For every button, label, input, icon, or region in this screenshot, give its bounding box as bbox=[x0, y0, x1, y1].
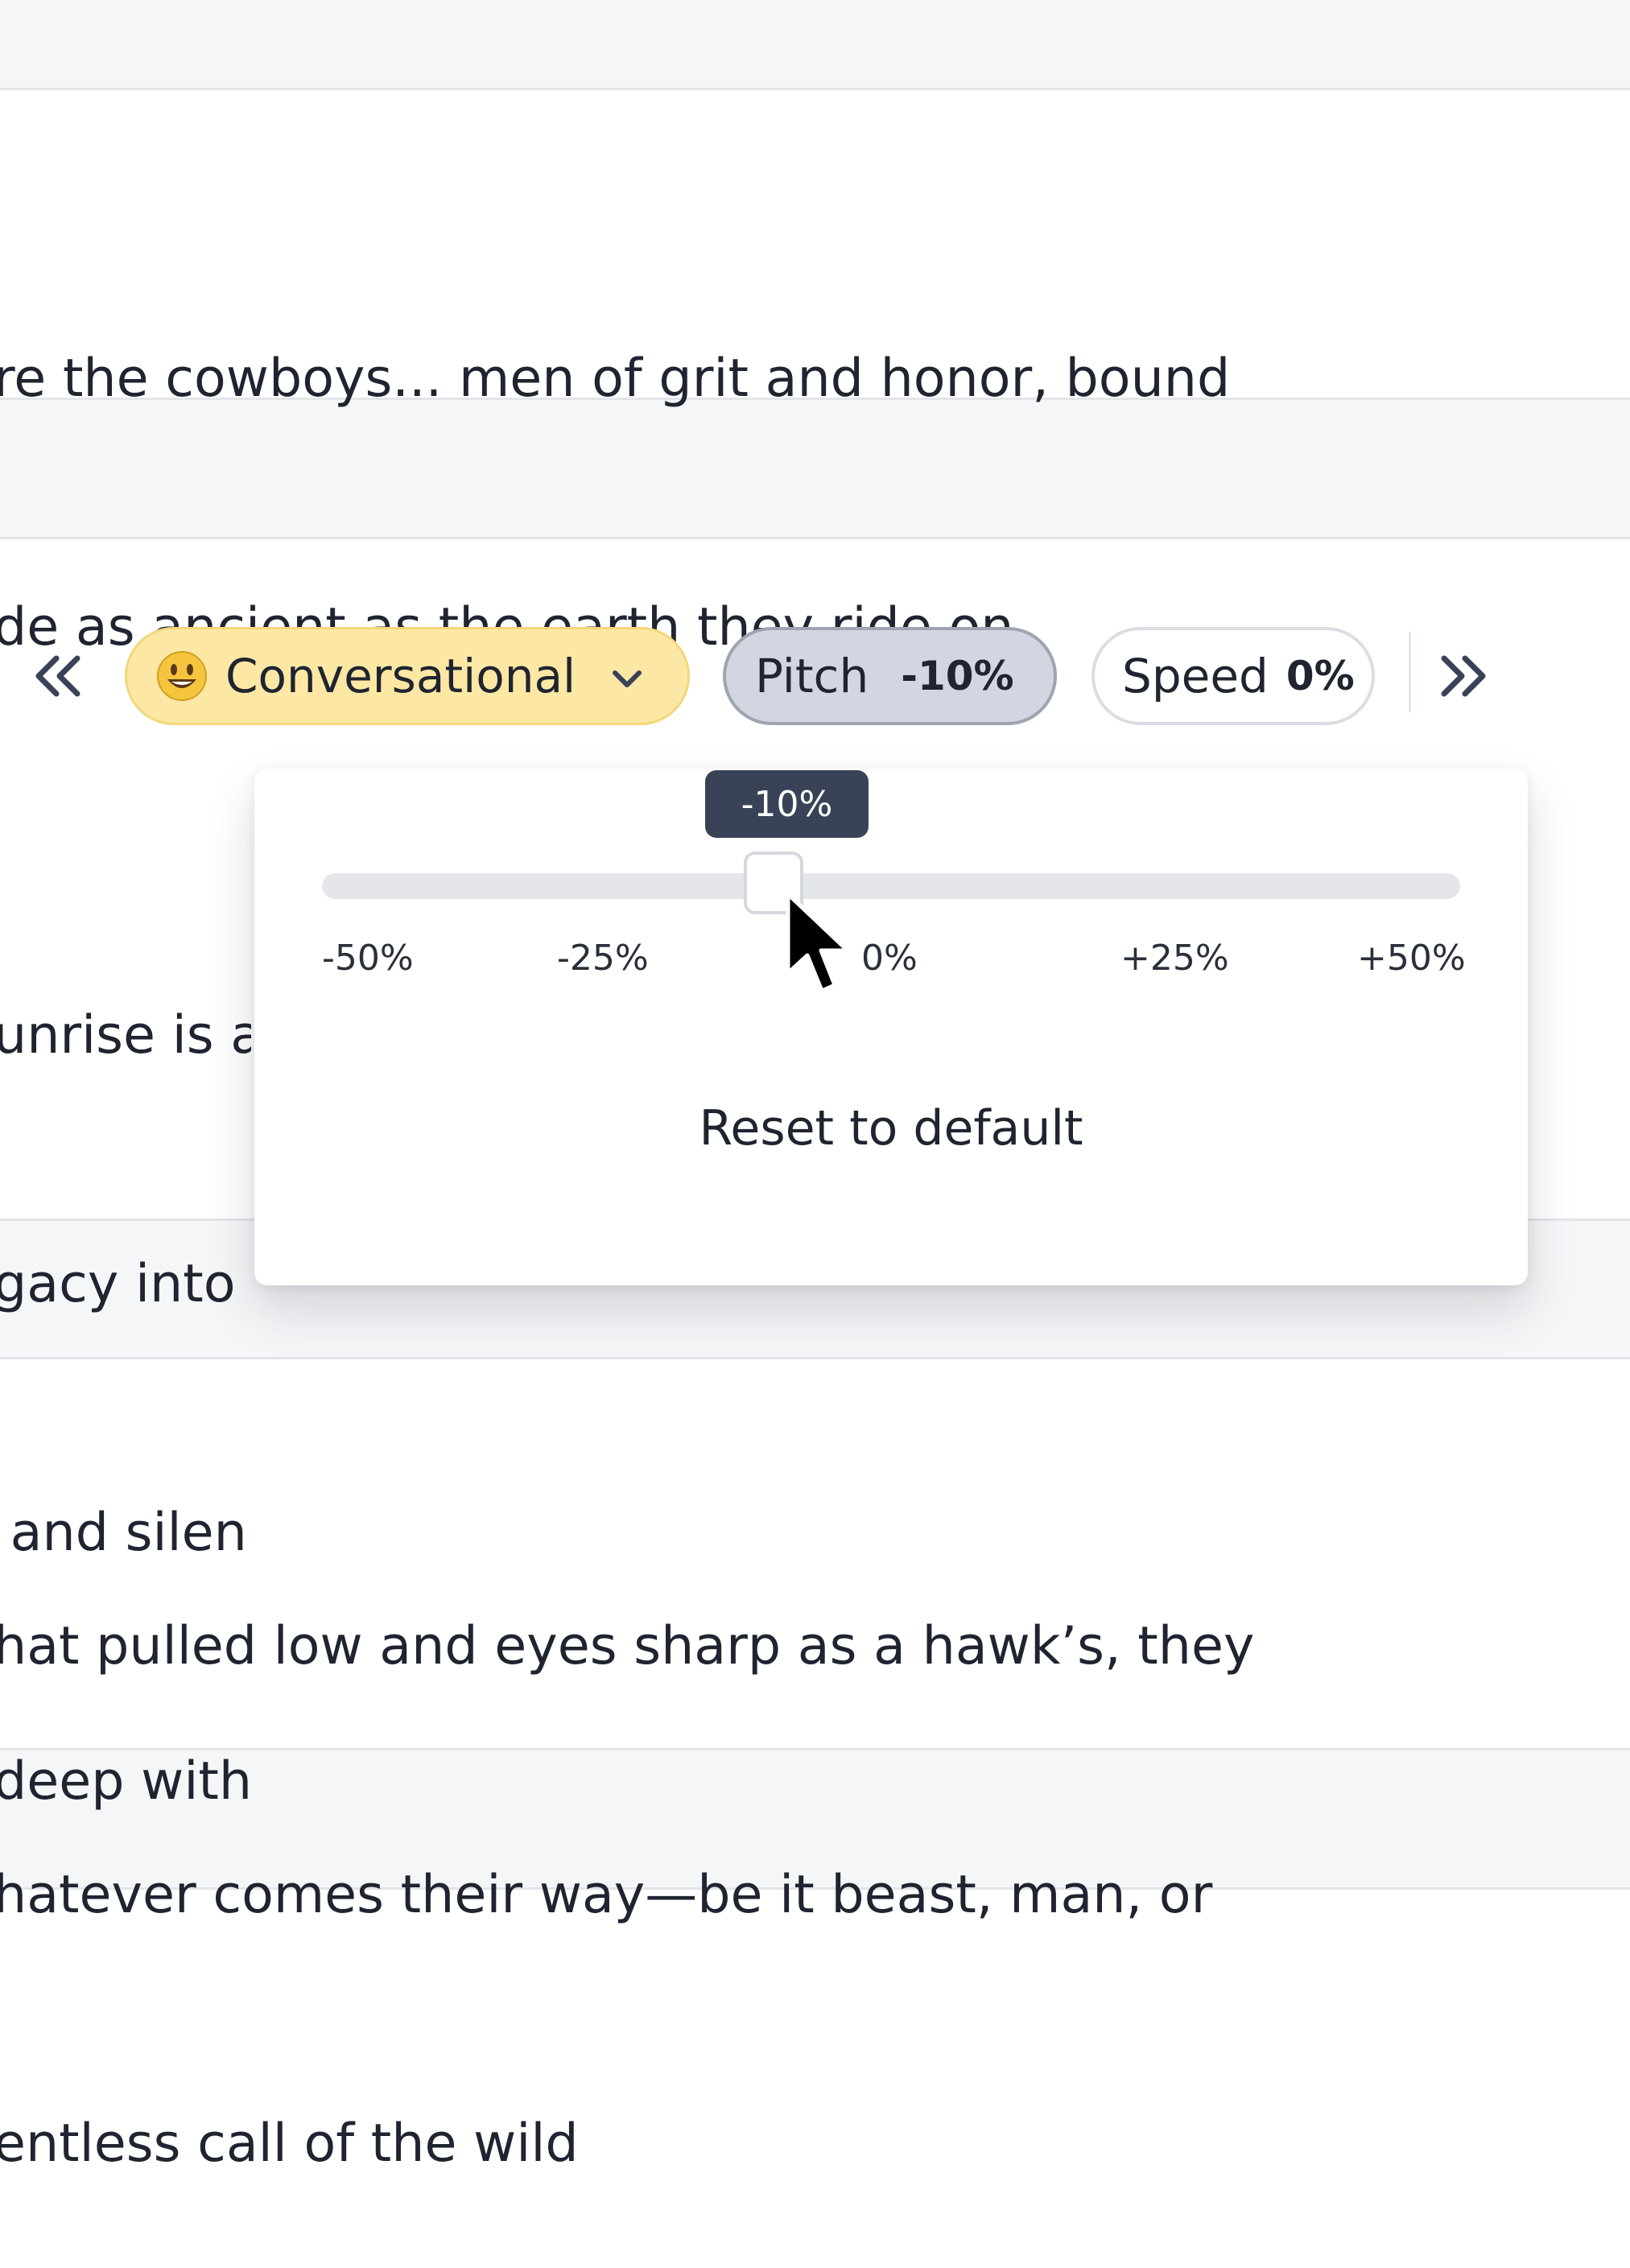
paragraph-block[interactable]: hat pulled low and eyes sharp as a hawk’… bbox=[0, 1439, 1362, 2268]
scroll-left-button[interactable] bbox=[22, 640, 94, 712]
slider-value-tooltip: -10% bbox=[705, 770, 869, 838]
paragraph-line: re the cowboys... men of grit and honor,… bbox=[0, 348, 1231, 409]
slider-tick-label: 0% bbox=[861, 938, 918, 979]
row-separator bbox=[0, 0, 1630, 90]
speed-label: Speed bbox=[1122, 649, 1269, 703]
pitch-button[interactable]: Pitch -10% bbox=[723, 627, 1057, 725]
pitch-slider-thumb[interactable] bbox=[744, 852, 803, 914]
style-label: Conversational bbox=[225, 649, 576, 703]
slider-tick-label: -25% bbox=[557, 938, 649, 979]
style-dropdown[interactable]: Conversational bbox=[125, 627, 690, 725]
speed-value: 0% bbox=[1285, 653, 1355, 699]
chevron-double-left-icon bbox=[35, 655, 80, 697]
pitch-popover: -10% -50% -25% 0% +25% +50% Reset to def… bbox=[254, 769, 1528, 1285]
slider-tick-label: +50% bbox=[1357, 938, 1466, 979]
speed-button[interactable]: Speed 0% bbox=[1091, 627, 1375, 725]
smiley-emoji-icon bbox=[157, 651, 207, 701]
chevron-down-icon bbox=[613, 670, 642, 687]
pitch-label: Pitch bbox=[755, 649, 869, 703]
reset-to-default-button[interactable]: Reset to default bbox=[254, 1100, 1528, 1157]
paragraph-line: hat pulled low and eyes sharp as a hawk’… bbox=[0, 1616, 1255, 1676]
chevron-double-right-icon bbox=[1441, 655, 1486, 697]
pitch-value: -10% bbox=[901, 653, 1014, 699]
slider-tick-label: +25% bbox=[1120, 938, 1229, 979]
paragraph-line: gacy into bbox=[0, 1254, 236, 1314]
slider-tick-label: -50% bbox=[322, 938, 414, 979]
toolbar-divider bbox=[1409, 632, 1411, 712]
paragraph-line: hatever comes their way—be it beast, man… bbox=[0, 1865, 1213, 1925]
paragraph-line: entless call of the wild bbox=[0, 2113, 579, 2174]
paragraph-line: unrise is a bbox=[0, 1005, 251, 1066]
scroll-right-button[interactable] bbox=[1427, 640, 1500, 712]
pitch-slider-track[interactable] bbox=[322, 873, 1460, 899]
